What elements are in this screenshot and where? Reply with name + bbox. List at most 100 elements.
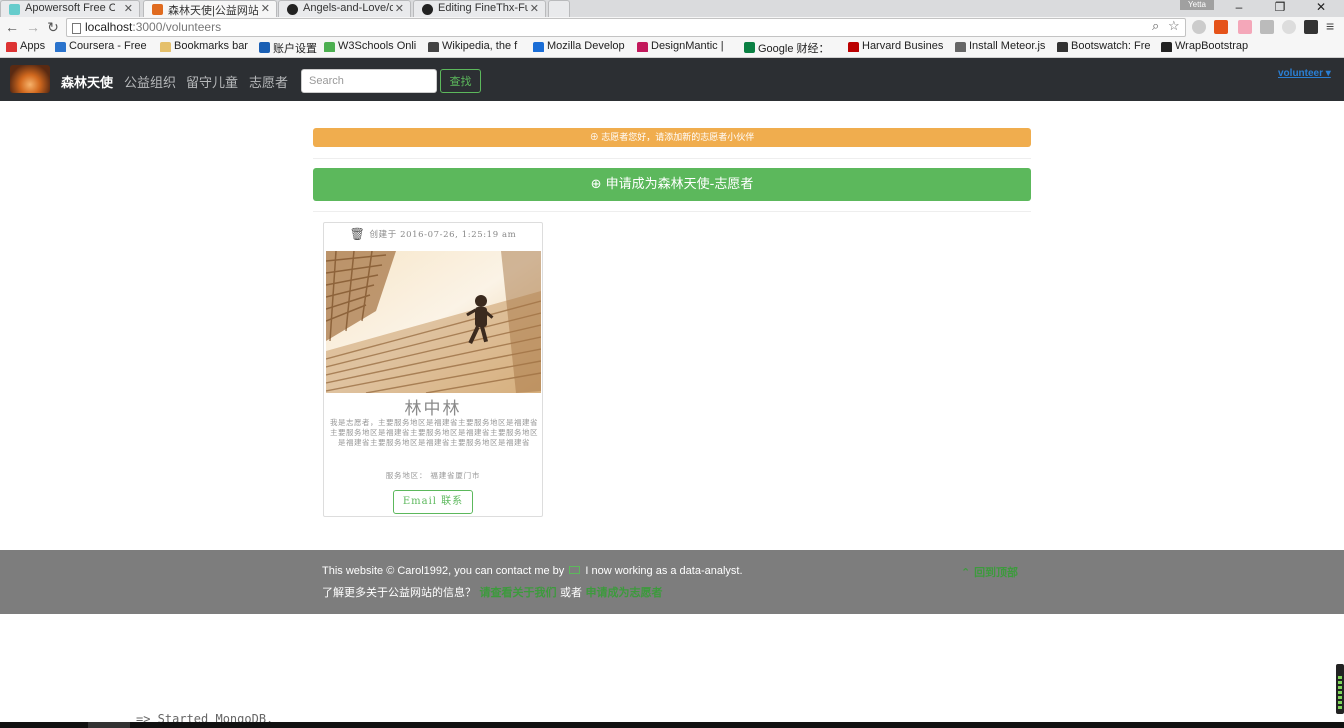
chrome-menu-icon[interactable]: ≡ xyxy=(1326,18,1334,34)
bookmark-item[interactable]: WrapBootstrap xyxy=(1161,40,1257,52)
office-extension-icon[interactable] xyxy=(1214,20,1228,34)
github-icon xyxy=(287,4,298,15)
browser-tab[interactable]: Angels-and-Love/c ✕ xyxy=(278,0,411,17)
bookmark-item[interactable]: Harvard Busines xyxy=(848,40,944,52)
reload-icon[interactable]: ↻ xyxy=(45,19,61,36)
extension-icon[interactable] xyxy=(1238,20,1252,34)
bookmark-label: Apps xyxy=(20,40,46,52)
site-logo[interactable] xyxy=(10,65,50,93)
bookmarks-bar: Apps Coursera - Free Bookmarks bar 账户设置 W3Sc… xyxy=(0,38,1344,58)
wrapbootstrap-icon xyxy=(1161,42,1172,52)
browser-tab[interactable]: Apowersoft Free O ✕ xyxy=(0,0,140,17)
browser-tab-strip: Apowersoft Free O ✕ 森林天使|公益网站 ✕ Angels-a… xyxy=(0,0,1344,18)
browser-toolbar: ← → ↻ localhost:3000/volunteers ⌕ ☆ ≡ xyxy=(0,17,1344,38)
new-tab-button[interactable] xyxy=(548,0,570,17)
nav-link-organizations[interactable]: 公益组织 xyxy=(124,72,176,91)
close-tab-icon[interactable]: ✕ xyxy=(124,2,133,15)
footer-or-text: 或者 xyxy=(560,586,582,599)
apps-grid-icon xyxy=(6,42,17,52)
meteor-icon xyxy=(955,42,966,52)
taskbar-segment xyxy=(88,722,130,728)
child-running-image xyxy=(326,251,541,393)
user-dropdown[interactable]: volunteer ▾ xyxy=(1278,68,1331,79)
back-to-top-link[interactable]: ⌃ 回到顶部 xyxy=(961,564,1018,580)
profile-badge[interactable]: Yetta xyxy=(1180,0,1214,10)
brand-link[interactable]: 森林天使 xyxy=(61,72,113,91)
google-finance-icon xyxy=(744,42,755,53)
bookmark-item[interactable]: Google 财经： xyxy=(744,40,840,56)
bookmark-item[interactable]: Install Meteor.js xyxy=(955,40,1049,52)
volunteer-card: 🗑 创建于 2016-07-26, 1:25:19 am 林中林 我是志愿者，主… xyxy=(323,222,543,517)
bookmark-item[interactable]: Apps xyxy=(6,40,50,52)
wikipedia-icon xyxy=(428,42,439,52)
search-input[interactable] xyxy=(301,69,437,93)
zoom-search-icon[interactable]: ⌕ xyxy=(1152,18,1159,34)
bookmark-label: Coursera - Free xyxy=(69,40,147,52)
browser-tab-active[interactable]: 森林天使|公益网站 ✕ xyxy=(143,0,277,18)
site-footer: This website © Carol1992, you can contac… xyxy=(0,550,1344,614)
folder-icon xyxy=(160,42,171,52)
bookmark-label: DesignMantic | xyxy=(651,40,724,52)
angular-extension-icon[interactable] xyxy=(1282,20,1296,34)
bookmark-label: Bootswatch: Fre xyxy=(1071,40,1151,52)
divider xyxy=(313,158,1031,159)
bootswatch-icon xyxy=(1057,42,1068,52)
close-window-icon[interactable]: ✕ xyxy=(1311,0,1331,14)
w3schools-icon xyxy=(324,42,335,52)
hbr-icon xyxy=(848,42,859,52)
extension-cloud-icon[interactable] xyxy=(1192,20,1206,34)
envelope-icon[interactable] xyxy=(569,566,581,574)
close-tab-icon[interactable]: ✕ xyxy=(261,2,270,15)
bookmark-item[interactable]: Coursera - Free xyxy=(55,40,147,52)
bookmark-label: 账户设置 xyxy=(273,43,317,55)
close-tab-icon[interactable]: ✕ xyxy=(530,2,539,15)
taskbar-strip xyxy=(0,722,1344,728)
plus-circle-icon: ⊕ xyxy=(589,132,599,142)
extension-badge-icon[interactable] xyxy=(1304,20,1318,34)
bookmark-item[interactable]: Mozilla Develop xyxy=(533,40,629,52)
footer-credit: This website © Carol1992, you can contac… xyxy=(322,565,565,577)
email-contact-button[interactable]: Email 联系 xyxy=(393,490,473,514)
bookmark-item[interactable]: 账户设置 xyxy=(259,40,319,56)
nav-link-volunteers[interactable]: 志愿者 xyxy=(249,72,288,91)
chevron-up-icon: ⌃ xyxy=(961,566,971,579)
bookmark-item[interactable]: Wikipedia, the f xyxy=(428,40,524,52)
apply-volunteer-label: 申请成为森林天使-志愿者 xyxy=(605,177,754,192)
volunteer-description: 我是志愿者，主要服务地区是福建省主要服务地区是福建省主要服务地区是福建省主要服务… xyxy=(330,418,538,447)
alert-text: 志愿者您好，请添加新的志愿者小伙伴 xyxy=(601,132,755,142)
github-icon xyxy=(422,4,433,15)
bookmark-item[interactable]: Bookmarks bar xyxy=(160,40,252,52)
about-us-link[interactable]: 请查看关于我们 xyxy=(480,586,557,599)
close-tab-icon[interactable]: ✕ xyxy=(395,2,404,15)
trash-icon[interactable]: 🗑 xyxy=(350,227,366,241)
browser-tab[interactable]: Editing FineThx-Fu ✕ xyxy=(413,0,546,17)
footer-info-text: 了解更多关于公益网站的信息？ xyxy=(322,586,476,599)
site-favicon-icon xyxy=(152,4,163,15)
tx-icon xyxy=(259,42,270,53)
nav-link-children[interactable]: 留守儿童 xyxy=(186,72,238,91)
bookmark-item[interactable]: DesignMantic | xyxy=(637,40,733,52)
volume-meter xyxy=(1336,664,1344,714)
bookmark-label: WrapBootstrap xyxy=(1175,40,1249,52)
apowersoft-icon xyxy=(9,4,20,15)
bookmark-label: Harvard Busines xyxy=(862,40,944,52)
search-button[interactable]: 查找 xyxy=(440,69,481,93)
bookmark-label: Install Meteor.js xyxy=(969,40,1046,52)
address-bar[interactable]: localhost:3000/volunteers xyxy=(66,18,1186,37)
bookmark-item[interactable]: Bootswatch: Fre xyxy=(1057,40,1153,52)
bookmark-item[interactable]: W3Schools Onli xyxy=(324,40,420,52)
apply-volunteer-button[interactable]: ⊕ 申请成为森林天使-志愿者 xyxy=(313,168,1031,201)
minimize-icon[interactable]: – xyxy=(1229,0,1249,14)
bookmark-star-icon[interactable]: ☆ xyxy=(1168,18,1180,34)
back-arrow-icon[interactable]: ← xyxy=(4,19,20,35)
bookmark-label: Mozilla Develop xyxy=(547,40,625,52)
bookmark-label: Bookmarks bar xyxy=(174,40,248,52)
restore-icon[interactable]: ❐ xyxy=(1270,0,1290,14)
extension-icon[interactable] xyxy=(1260,20,1274,34)
forward-arrow-icon[interactable]: → xyxy=(25,19,41,35)
bookmark-label: W3Schools Onli xyxy=(338,40,417,52)
coursera-icon xyxy=(55,42,66,52)
designmantic-icon xyxy=(637,42,648,52)
bookmark-label: Wikipedia, the f xyxy=(442,40,518,52)
become-volunteer-link[interactable]: 申请成为志愿者 xyxy=(586,586,663,599)
